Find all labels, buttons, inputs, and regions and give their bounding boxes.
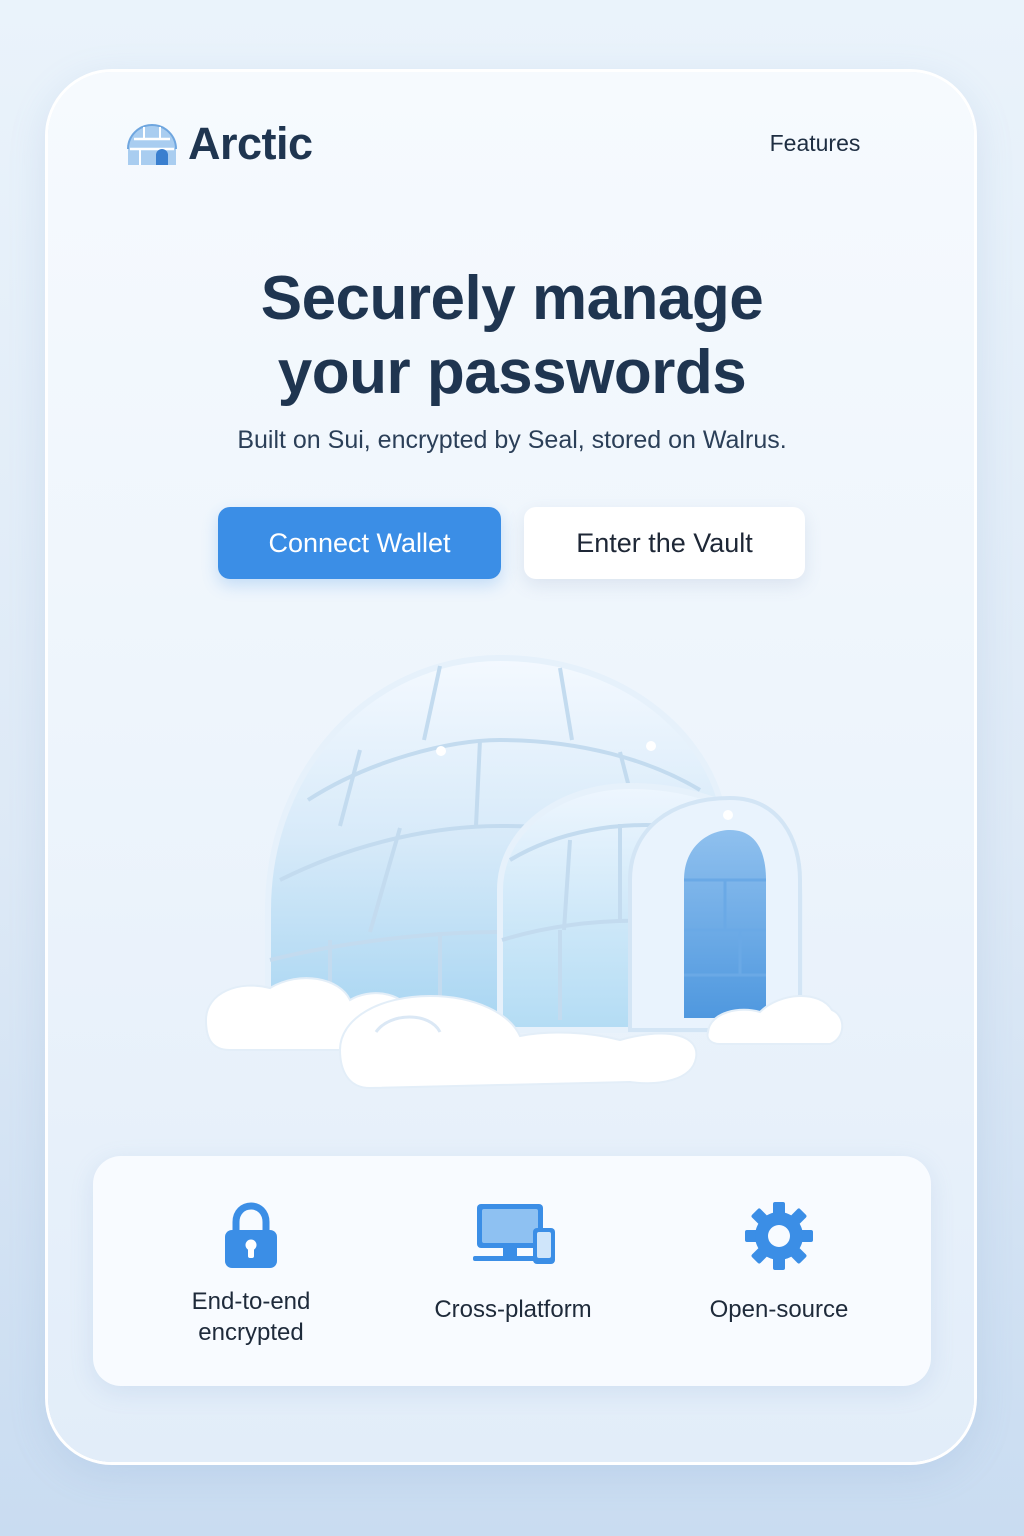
features-panel: End-to-end encrypted Cross-platform Open… [93,1156,931,1386]
brand[interactable]: Arctic [124,118,313,170]
igloo-illustration [204,654,844,1090]
title-line-1: Securely manage [260,264,764,333]
lock-icon [225,1202,277,1268]
feature-cross-platform-label: Cross-platform [434,1296,592,1323]
feature-encrypted: End-to-end encrypted [151,1156,351,1386]
nav-features-link[interactable]: Features [740,130,890,157]
brand-name: Arctic [188,118,313,169]
feature-encrypted-label: End-to-end encrypted [191,1288,311,1346]
connect-wallet-button[interactable]: Connect Wallet [218,507,501,579]
hero-subtitle: Built on Sui, encrypted by Seal, stored … [237,426,787,454]
gear-icon [745,1202,813,1270]
enter-vault-button[interactable]: Enter the Vault [524,507,805,579]
devices-icon [473,1204,555,1264]
feature-open-source: Open-source [679,1156,879,1386]
feature-open-source-label: Open-source [709,1296,849,1323]
igloo-logo-icon [127,124,177,165]
feature-cross-platform: Cross-platform [413,1156,613,1386]
title-line-2: your passwords [277,338,747,407]
page-title: Securely manage your passwords [112,262,912,410]
